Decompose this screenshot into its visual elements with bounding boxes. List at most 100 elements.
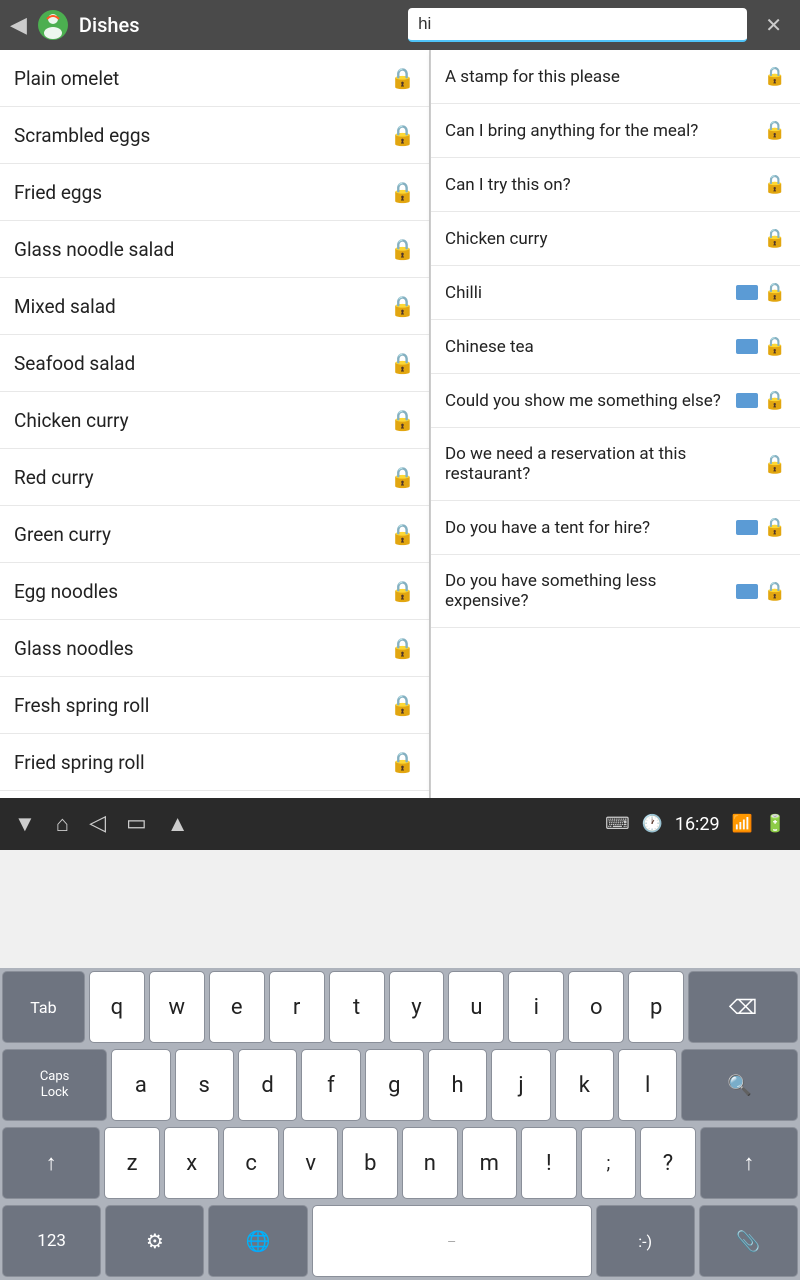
- dropdown-item[interactable]: Can I try this on? 🔒: [431, 158, 800, 212]
- dropdown-item[interactable]: Do you have a tent for hire? 🔒: [431, 501, 800, 555]
- dropdown-item[interactable]: Do you have something less expensive? 🔒: [431, 555, 800, 628]
- dropdown-item[interactable]: Can I bring anything for the meal? 🔒: [431, 104, 800, 158]
- lock-icon: 🔒: [390, 66, 415, 90]
- dropdown-item[interactable]: Do we need a reservation at this restaur…: [431, 428, 800, 501]
- lock-icon: 🔒: [390, 636, 415, 660]
- dropdown-item[interactable]: Chicken curry 🔒: [431, 212, 800, 266]
- dish-name: Plain omelet: [14, 67, 119, 90]
- dropdown-text: A stamp for this please: [445, 67, 764, 87]
- nav-back-icon[interactable]: ◁: [89, 811, 106, 837]
- app-icon: [37, 9, 69, 41]
- key-j[interactable]: j: [491, 1049, 550, 1121]
- nav-recents-icon[interactable]: ▭: [126, 811, 147, 837]
- key-e[interactable]: e: [209, 971, 265, 1043]
- dropdown-text: Chicken curry: [445, 229, 764, 249]
- key-n[interactable]: n: [402, 1127, 458, 1199]
- key-semicolon[interactable]: ;: [581, 1127, 637, 1199]
- numbers-key[interactable]: 123: [2, 1205, 101, 1277]
- key-f[interactable]: f: [301, 1049, 360, 1121]
- shift-left-key[interactable]: ↑: [2, 1127, 100, 1199]
- dropdown-text: Do you have a tent for hire?: [445, 518, 736, 538]
- settings-key[interactable]: ⚙: [105, 1205, 204, 1277]
- key-question[interactable]: ?: [640, 1127, 696, 1199]
- status-bar: ▼ ⌂ ◁ ▭ ▲ ⌨ 🕐 16:29 📶 🔋: [0, 798, 800, 850]
- dish-list-item[interactable]: Red curry 🔒: [0, 449, 429, 506]
- dropdown-item[interactable]: Chilli 🔒: [431, 266, 800, 320]
- dish-name: Fried eggs: [14, 181, 102, 204]
- key-y[interactable]: y: [389, 971, 445, 1043]
- key-s[interactable]: s: [175, 1049, 234, 1121]
- keyboard-row-1: Tab q w e r t y u i o p ⌫: [0, 968, 800, 1046]
- emoji-key[interactable]: :-): [596, 1205, 695, 1277]
- status-left-icons: ▼ ⌂ ◁ ▭ ▲: [14, 811, 189, 837]
- key-l[interactable]: l: [618, 1049, 677, 1121]
- dish-list-item[interactable]: Fried eggs 🔒: [0, 164, 429, 221]
- key-w[interactable]: w: [149, 971, 205, 1043]
- dish-list-item[interactable]: Glass noodles 🔒: [0, 620, 429, 677]
- key-t[interactable]: t: [329, 971, 385, 1043]
- dish-list: Plain omelet 🔒Scrambled eggs 🔒Fried eggs…: [0, 50, 430, 798]
- nav-up-icon[interactable]: ▲: [167, 811, 189, 837]
- key-x[interactable]: x: [164, 1127, 220, 1199]
- dish-list-item[interactable]: Tom Yum 🔒: [0, 791, 429, 798]
- lock-icon: 🔒: [390, 693, 415, 717]
- back-button[interactable]: ◀: [10, 13, 27, 38]
- key-v[interactable]: v: [283, 1127, 339, 1199]
- dish-list-item[interactable]: Seafood salad 🔒: [0, 335, 429, 392]
- dropdown-item[interactable]: A stamp for this please 🔒: [431, 50, 800, 104]
- dropdown-item[interactable]: Could you show me something else? 🔒: [431, 374, 800, 428]
- key-m[interactable]: m: [462, 1127, 518, 1199]
- dropdown-text: Can I try this on?: [445, 175, 764, 195]
- flag-icon: [736, 584, 758, 599]
- dish-list-item[interactable]: Plain omelet 🔒: [0, 50, 429, 107]
- space-key[interactable]: ⎯: [312, 1205, 592, 1277]
- dish-list-item[interactable]: Mixed salad 🔒: [0, 278, 429, 335]
- dish-name: Scrambled eggs: [14, 124, 150, 147]
- tab-key[interactable]: Tab: [2, 971, 85, 1043]
- key-r[interactable]: r: [269, 971, 325, 1043]
- caps-lock-key[interactable]: CapsLock: [2, 1049, 107, 1121]
- key-i[interactable]: i: [508, 971, 564, 1043]
- key-u[interactable]: u: [448, 971, 504, 1043]
- dish-list-item[interactable]: Glass noodle salad 🔒: [0, 221, 429, 278]
- dish-list-item[interactable]: Chicken curry 🔒: [0, 392, 429, 449]
- dish-list-item[interactable]: Fresh spring roll 🔒: [0, 677, 429, 734]
- shift-right-key[interactable]: ↑: [700, 1127, 798, 1199]
- key-z[interactable]: z: [104, 1127, 160, 1199]
- key-a[interactable]: a: [111, 1049, 170, 1121]
- key-b[interactable]: b: [342, 1127, 398, 1199]
- lock-icon: 🔒: [764, 390, 786, 411]
- key-q[interactable]: q: [89, 971, 145, 1043]
- key-p[interactable]: p: [628, 971, 684, 1043]
- flag-icon: [736, 520, 758, 535]
- dish-list-item[interactable]: Fried spring roll 🔒: [0, 734, 429, 791]
- lock-icon: 🔒: [764, 581, 786, 602]
- search-key[interactable]: 🔍: [681, 1049, 798, 1121]
- clear-button[interactable]: ✕: [757, 13, 790, 37]
- search-input[interactable]: [408, 8, 747, 42]
- key-g[interactable]: g: [365, 1049, 424, 1121]
- key-d[interactable]: d: [238, 1049, 297, 1121]
- key-k[interactable]: k: [555, 1049, 614, 1121]
- delete-key[interactable]: ⌫: [688, 971, 798, 1043]
- lock-icon: 🔒: [390, 237, 415, 261]
- key-o[interactable]: o: [568, 971, 624, 1043]
- language-key[interactable]: 🌐: [208, 1205, 307, 1277]
- dish-list-item[interactable]: Egg noodles 🔒: [0, 563, 429, 620]
- dish-list-item[interactable]: Green curry 🔒: [0, 506, 429, 563]
- top-bar: ◀ Dishes ✕: [0, 0, 800, 50]
- dropdown-item[interactable]: Chinese tea 🔒: [431, 320, 800, 374]
- key-h[interactable]: h: [428, 1049, 487, 1121]
- keyboard-row-4: 123 ⚙ 🌐 ⎯ :-) 📎: [0, 1202, 800, 1280]
- dropdown-text: Do you have something less expensive?: [445, 571, 736, 611]
- key-exclaim[interactable]: !: [521, 1127, 577, 1199]
- dish-name: Fresh spring roll: [14, 694, 149, 717]
- dish-list-item[interactable]: Scrambled eggs 🔒: [0, 107, 429, 164]
- key-c[interactable]: c: [223, 1127, 279, 1199]
- lock-icon: 🔒: [390, 579, 415, 603]
- clock-icon: 🕐: [642, 814, 663, 834]
- lock-icon: 🔒: [764, 120, 786, 141]
- attach-key[interactable]: 📎: [699, 1205, 798, 1277]
- nav-home-icon[interactable]: ⌂: [56, 811, 69, 837]
- nav-down-icon[interactable]: ▼: [14, 811, 36, 837]
